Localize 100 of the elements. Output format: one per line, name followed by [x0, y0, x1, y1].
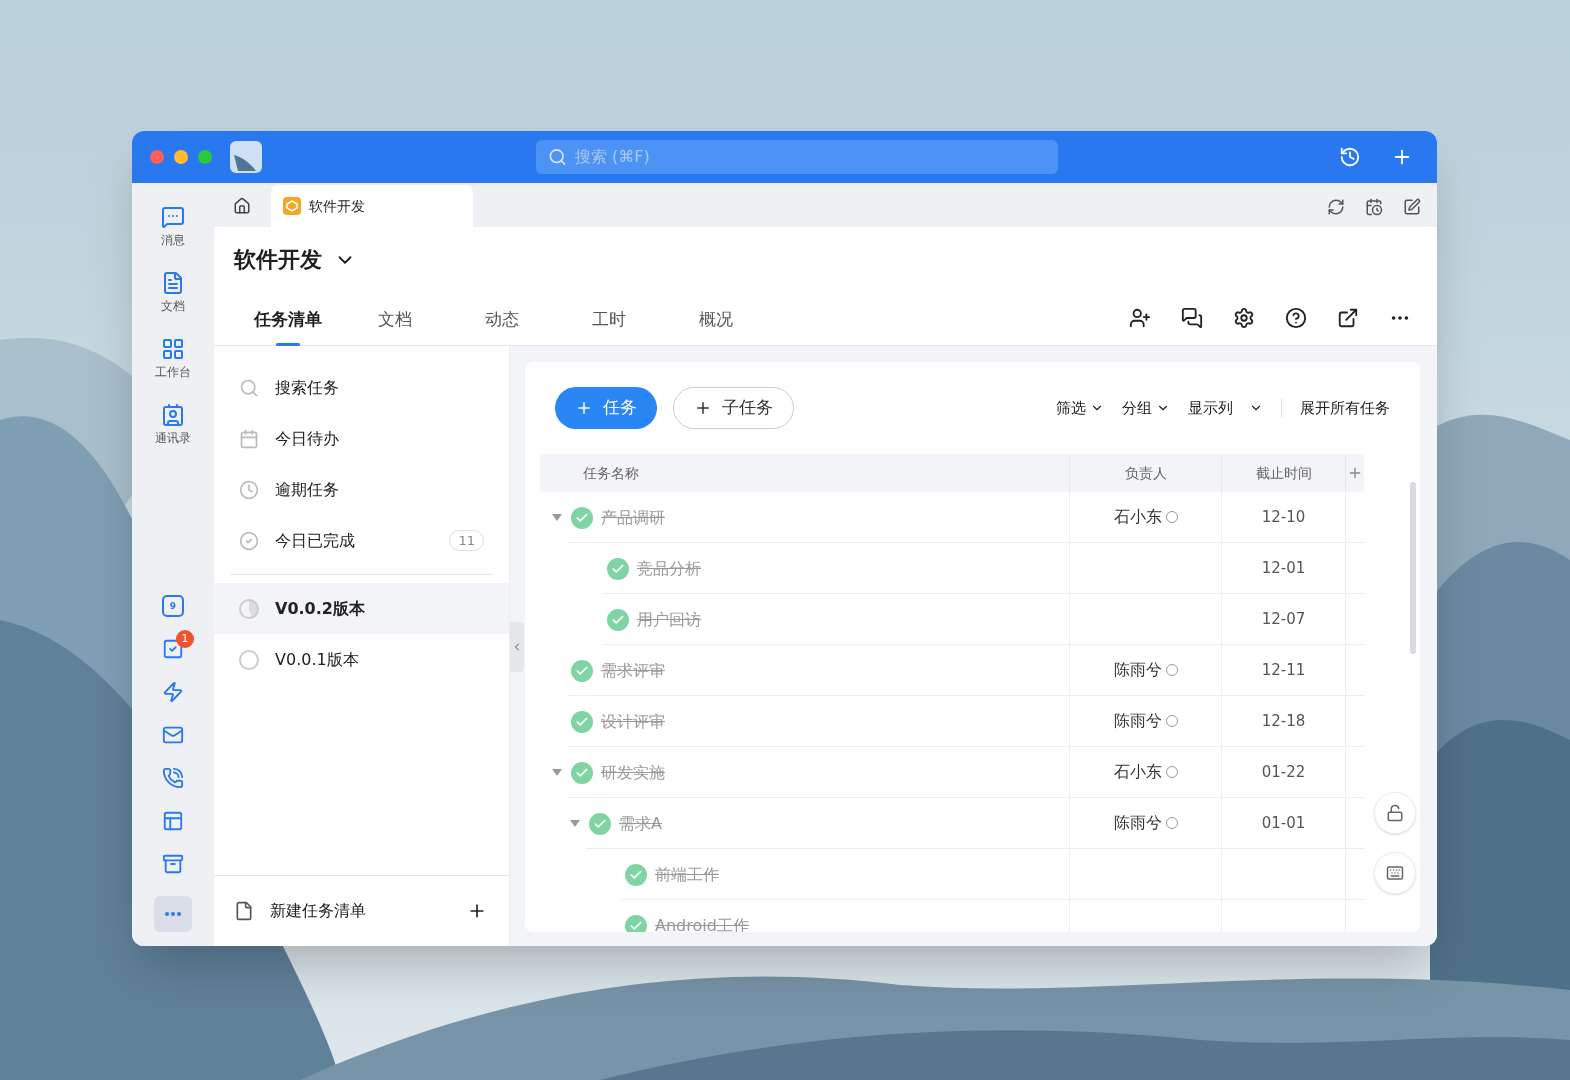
- add-member-icon[interactable]: [1129, 307, 1151, 329]
- lightning-icon[interactable]: [162, 681, 184, 703]
- task-row[interactable]: 需求评审 陈雨兮 12-11: [540, 645, 1364, 696]
- task-row[interactable]: 竞品分析 12-01: [540, 543, 1364, 594]
- unlocked-icon: [1386, 804, 1404, 822]
- progress-ring-icon: [239, 649, 259, 670]
- more-icon: [165, 912, 181, 916]
- expand-caret-icon[interactable]: [570, 819, 580, 828]
- search-icon: [548, 147, 567, 167]
- task-name: 需求A: [619, 812, 662, 835]
- notification-badge: 1: [176, 630, 194, 648]
- task-list-item[interactable]: V0.0.2版本: [214, 583, 509, 634]
- clock-icon: [239, 479, 259, 500]
- dropdown-menu[interactable]: 显示列: [1188, 396, 1263, 420]
- task-name: Android工作: [655, 914, 749, 932]
- settings-icon[interactable]: [1233, 307, 1255, 329]
- assignee-name: 陈雨兮: [1113, 710, 1162, 732]
- collapse-handle[interactable]: [510, 622, 524, 672]
- avatar-icon[interactable]: [230, 141, 262, 173]
- search-field[interactable]: 搜索 (⌘F): [536, 140, 1058, 174]
- more-button[interactable]: [154, 896, 192, 932]
- task-row[interactable]: 研发实施 石小东 01-22: [540, 747, 1364, 798]
- nav-tab[interactable]: 动态: [448, 307, 555, 345]
- rail-item[interactable]: 消息: [161, 205, 185, 249]
- external-link-icon[interactable]: [1337, 307, 1359, 329]
- project-title[interactable]: 软件开发: [234, 243, 356, 276]
- nav-tab[interactable]: 任务清单: [234, 307, 341, 345]
- due-date: 12-18: [1261, 710, 1306, 732]
- due-date: 12-01: [1261, 557, 1306, 579]
- nav-tab[interactable]: 文档: [341, 307, 448, 345]
- dropdown-menu[interactable]: 筛选: [1056, 396, 1104, 420]
- task-name: 前端工作: [655, 863, 719, 886]
- search-icon: [239, 377, 259, 398]
- dropdown-menu[interactable]: 分组: [1122, 396, 1170, 420]
- due-date: 01-01: [1261, 812, 1306, 834]
- keyboard-icon: [1386, 864, 1404, 882]
- assignee-name: 石小东: [1113, 761, 1162, 783]
- search-input[interactable]: 搜索 (⌘F): [574, 145, 1046, 169]
- chat-icon[interactable]: [1181, 307, 1203, 329]
- file-icon: [234, 901, 254, 921]
- task-list-item[interactable]: V0.0.1版本: [214, 634, 509, 685]
- calendar-icon[interactable]: 9: [162, 595, 184, 617]
- layout-icon[interactable]: [162, 810, 184, 832]
- column-header: 截止时间: [1255, 463, 1312, 483]
- new-list-button[interactable]: 新建任务清单: [234, 899, 366, 923]
- nav-tab[interactable]: 工时: [555, 307, 662, 345]
- home-icon[interactable]: [233, 197, 251, 215]
- due-date: 12-10: [1261, 506, 1306, 528]
- calendar-icon: [239, 428, 259, 449]
- message-icon: [161, 205, 185, 229]
- plus-icon: [575, 399, 593, 417]
- expand-caret-icon[interactable]: [552, 768, 562, 777]
- task-row[interactable]: 需求A 陈雨兮 01-01: [540, 798, 1364, 849]
- maximize-window-button[interactable]: [198, 150, 212, 164]
- column-header: 任务名称: [583, 463, 639, 483]
- add-column-icon[interactable]: [1347, 465, 1363, 481]
- refresh-icon[interactable]: [1327, 198, 1345, 216]
- grid-icon: [161, 337, 185, 361]
- assignee-name: 陈雨兮: [1113, 812, 1162, 834]
- task-row[interactable]: 设计评审 陈雨兮 12-18: [540, 696, 1364, 747]
- expand-caret-icon[interactable]: [552, 513, 562, 522]
- expand-all-link[interactable]: 展开所有任务: [1300, 396, 1390, 420]
- mail-icon[interactable]: [162, 724, 184, 746]
- filter-item[interactable]: 搜索任务: [214, 362, 509, 413]
- project-icon: [283, 197, 301, 215]
- filter-item[interactable]: 今日已完成 11: [214, 515, 509, 566]
- calendar-clock-icon[interactable]: [1365, 198, 1383, 216]
- scrollbar[interactable]: [1410, 482, 1416, 654]
- filter-item[interactable]: 逾期任务: [214, 464, 509, 515]
- task-name: 需求评审: [601, 659, 665, 682]
- due-date: 01-22: [1261, 761, 1306, 783]
- nav-tab[interactable]: 概况: [662, 307, 769, 345]
- check-circle-icon: [239, 530, 259, 551]
- column-header: 负责人: [1124, 463, 1167, 483]
- help-icon[interactable]: [1285, 307, 1307, 329]
- document-tab[interactable]: 软件开发: [271, 185, 473, 227]
- due-date: 12-11: [1261, 659, 1306, 681]
- add-task-button[interactable]: 任务: [555, 387, 657, 429]
- task-name: 设计评审: [601, 710, 665, 733]
- task-row[interactable]: 用户回访 12-07: [540, 594, 1364, 645]
- edit-icon[interactable]: [1403, 198, 1421, 216]
- contact-card-icon: [161, 403, 185, 427]
- rail-item[interactable]: 文档: [161, 271, 185, 315]
- task-name: 竞品分析: [637, 557, 701, 580]
- assignee-name: 陈雨兮: [1113, 659, 1162, 681]
- due-date: 12-07: [1261, 608, 1306, 630]
- phone-icon[interactable]: [162, 767, 184, 789]
- checkbox-icon[interactable]: [162, 638, 184, 660]
- minimize-window-button[interactable]: [174, 150, 188, 164]
- rail-item[interactable]: 通讯录: [155, 403, 191, 447]
- history-icon[interactable]: [1339, 146, 1361, 168]
- rail-item[interactable]: 工作台: [155, 337, 191, 381]
- assignee-name: 石小东: [1113, 506, 1162, 528]
- document-icon: [161, 271, 185, 295]
- filter-item[interactable]: 今日待办: [214, 413, 509, 464]
- progress-ring-icon: [239, 598, 259, 619]
- task-name: 用户回访: [637, 608, 701, 631]
- task-name: 产品调研: [601, 506, 665, 529]
- task-row[interactable]: 产品调研 石小东 12-10: [540, 492, 1364, 543]
- archive-icon[interactable]: [162, 853, 184, 875]
